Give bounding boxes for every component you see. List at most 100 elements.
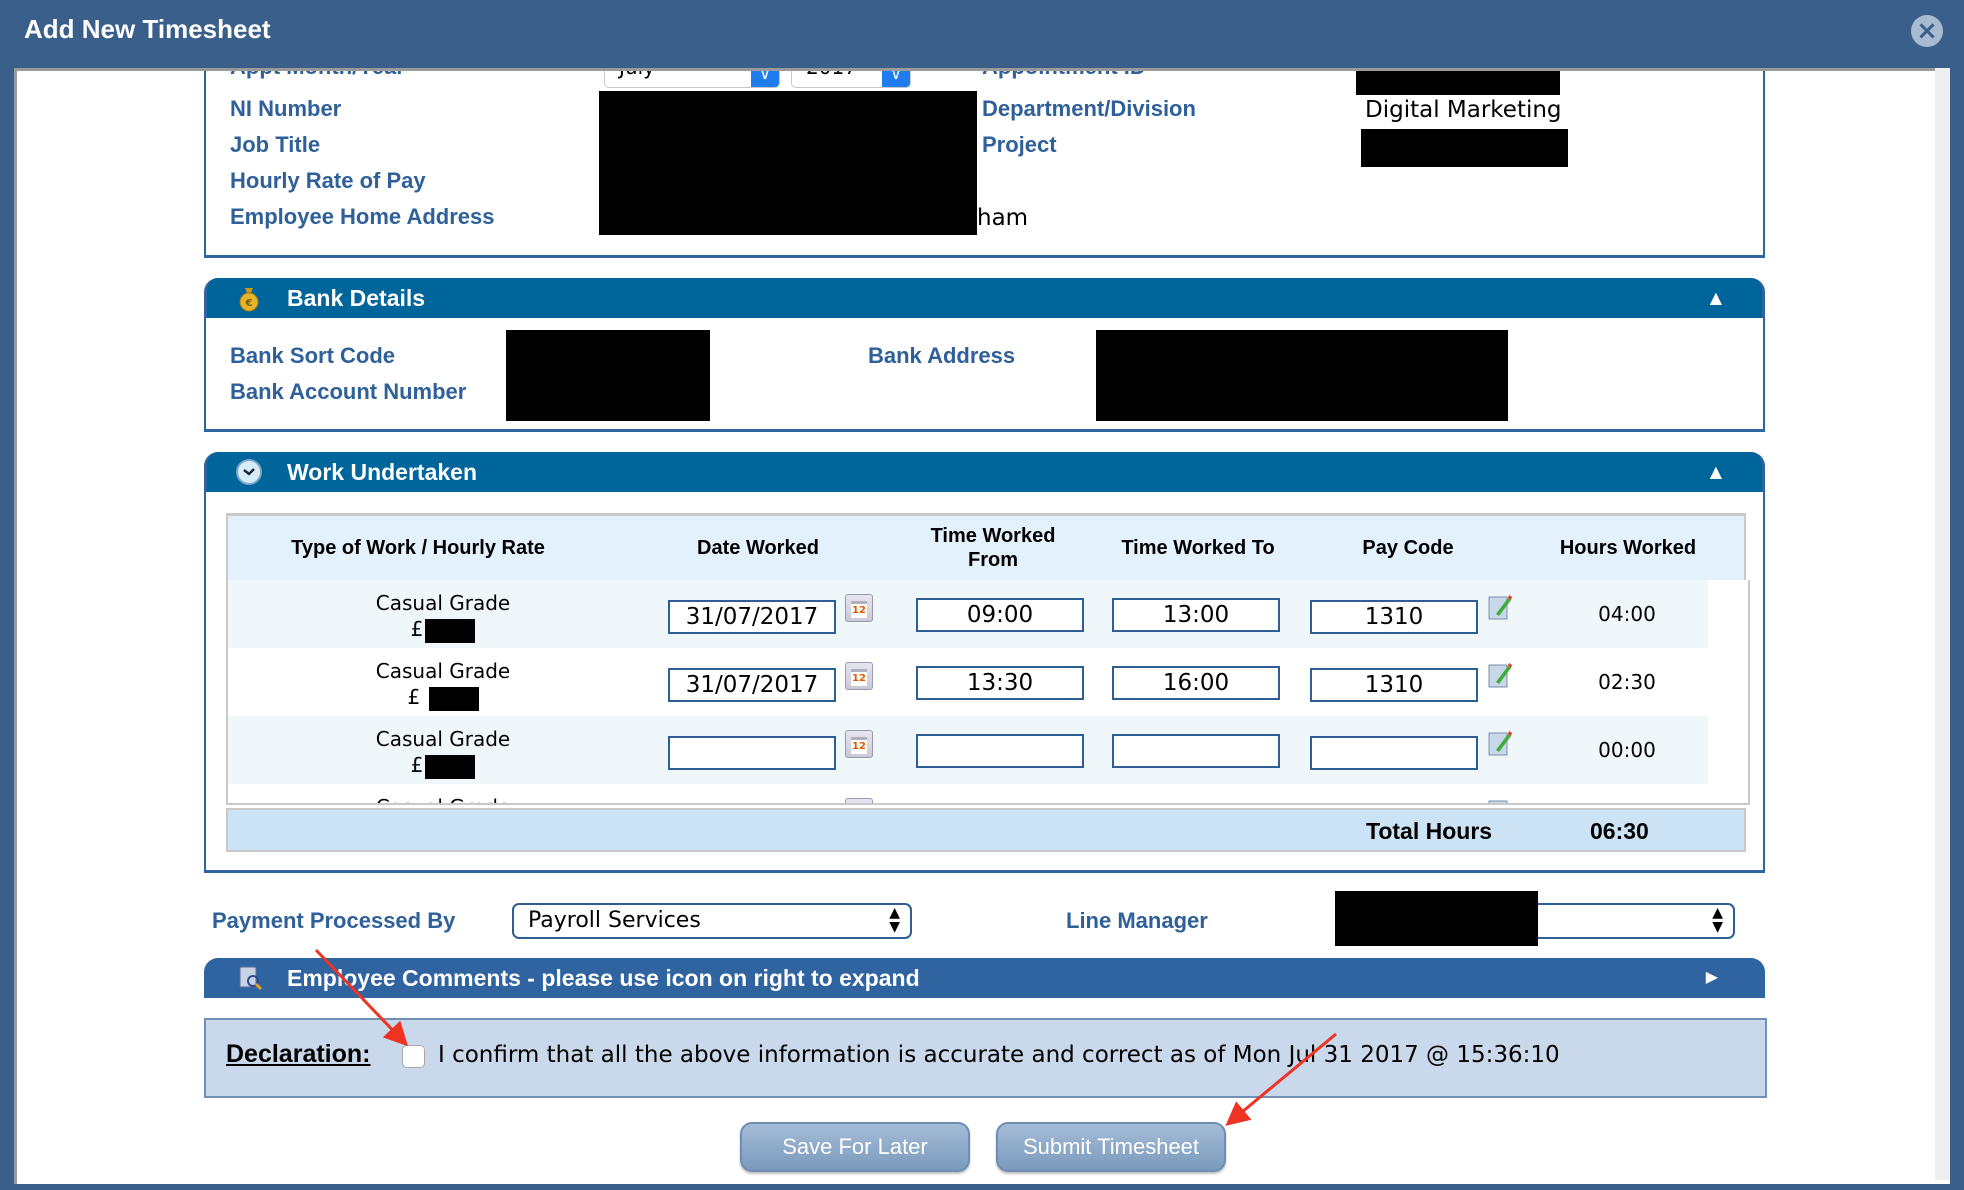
close-icon[interactable]: × — [1911, 15, 1943, 47]
redacted-project — [1361, 129, 1568, 167]
modal-scroll-edge — [1935, 68, 1950, 1180]
edit-pencil-icon[interactable] — [1488, 730, 1512, 758]
bank-account-number-label: Bank Account Number — [230, 379, 467, 404]
bank-sort-code-label: Bank Sort Code — [230, 343, 396, 368]
redacted-bank-numbers — [506, 330, 710, 421]
edit-pencil-icon[interactable] — [1488, 798, 1512, 805]
redacted-rate — [428, 686, 479, 711]
col-hours-header: Hours Worked — [1559, 537, 1697, 559]
clock-icon — [236, 459, 262, 485]
col-type-header: Type of Work / Hourly Rate — [291, 537, 545, 559]
money-bag-icon: € — [239, 288, 259, 312]
redacted-line-manager — [1335, 891, 1538, 946]
work-undertaken-header: Work Undertaken ▲ — [204, 452, 1765, 492]
col-from-header: Time Worked From — [930, 525, 1056, 571]
work-undertaken-title: Work Undertaken — [287, 459, 478, 485]
pay-code-input[interactable]: 1310 — [1310, 668, 1478, 702]
table-row: Casual Grade £ 31/07/2017 12 09:00 13:00… — [228, 580, 1708, 648]
hours-worked: 02:30 — [1598, 670, 1656, 694]
total-hours-label: Total Hours — [1366, 818, 1493, 844]
collapse-up-icon[interactable]: ▲ — [1710, 462, 1722, 481]
col-paycode-header: Pay Code — [1362, 537, 1454, 559]
job-title-label: Job Title — [230, 132, 321, 157]
modal-title-bar: Add New Timesheet × — [0, 0, 1964, 68]
work-table-body[interactable]: Casual Grade £ 31/07/2017 12 09:00 13:00… — [226, 580, 1750, 805]
bank-details-header: € Bank Details ▲ — [204, 278, 1765, 318]
select-updown-icon: ▲ ▼ — [889, 905, 900, 935]
chevron-down-icon: ∨ — [751, 71, 779, 87]
edit-pencil-icon[interactable] — [1488, 662, 1512, 690]
select-updown-icon: ▲ ▼ — [1712, 905, 1723, 935]
save-for-later-button[interactable]: Save For Later — [740, 1122, 970, 1172]
submit-timesheet-button[interactable]: Submit Timesheet — [996, 1122, 1226, 1172]
date-worked-input[interactable]: 31/07/2017 — [668, 668, 836, 702]
redacted-appointment-id — [1356, 71, 1560, 95]
appt-month-select[interactable]: July ∨ — [604, 71, 780, 88]
hours-worked: 00:00 — [1598, 738, 1656, 762]
home-address-fragment: ham — [977, 205, 1029, 231]
total-hours-value: 06:30 — [1590, 818, 1649, 844]
pay-code-input[interactable]: 1310 — [1310, 600, 1478, 634]
declaration-box: Declaration: I confirm that all the abov… — [204, 1018, 1767, 1098]
rate-currency: £ — [410, 617, 424, 641]
col-to-header: Time Worked To — [1121, 537, 1275, 559]
line-manager-label: Line Manager — [1066, 908, 1208, 933]
appt-year-select[interactable]: 2017 ∨ — [791, 71, 911, 88]
appt-month-year-label: Appt Month/Year — [230, 71, 405, 80]
declaration-label: Declaration: — [226, 1040, 371, 1068]
payment-processed-by-select[interactable]: Payroll Services ▲ ▼ — [512, 903, 912, 939]
modal-body: Appt Month/Year July ∨ 2017 ∨ Appointmen… — [14, 68, 1950, 1184]
bank-details-title: Bank Details — [287, 285, 426, 311]
work-table-header: Type of Work / Hourly Rate Date Worked T… — [226, 513, 1746, 580]
modal-title: Add New Timesheet — [24, 14, 271, 44]
expand-right-icon[interactable]: ▶ — [1706, 967, 1718, 986]
work-type: Casual Grade — [375, 591, 511, 615]
edit-pencil-icon[interactable] — [1488, 594, 1512, 622]
employee-comments-title: Employee Comments - please use icon on r… — [287, 965, 920, 991]
rate-currency: £ — [407, 685, 421, 709]
rate-currency: £ — [410, 753, 424, 777]
table-row: Casual Grade £ 31/07/2017 12 13:30 16:00… — [228, 648, 1708, 716]
calendar-icon[interactable]: 12 — [845, 730, 873, 758]
hours-worked: 04:00 — [1598, 602, 1656, 626]
chevron-down-icon: ∨ — [882, 71, 910, 87]
calendar-icon[interactable]: 12 — [845, 662, 873, 690]
payment-processed-by-label: Payment Processed By — [212, 908, 456, 933]
appointment-id-label: Appointment ID — [982, 71, 1146, 80]
department-label: Department/Division — [982, 96, 1196, 121]
svg-text:€: € — [245, 298, 253, 309]
declaration-checkbox[interactable] — [402, 1045, 425, 1068]
pay-code-input[interactable] — [1310, 736, 1478, 770]
time-to-input[interactable] — [1112, 734, 1280, 768]
employee-comments-header: Employee Comments - please use icon on r… — [204, 958, 1765, 998]
redacted-bank-address — [1096, 330, 1508, 421]
collapse-up-icon[interactable]: ▲ — [1710, 288, 1722, 307]
redacted-rate — [425, 754, 476, 779]
bank-address-label: Bank Address — [868, 343, 1016, 368]
table-row: Casual Grade £ 12 00:00 — [228, 716, 1708, 784]
work-type: Casual Grade — [375, 659, 511, 683]
hourly-rate-label: Hourly Rate of Pay — [230, 168, 426, 193]
time-from-input[interactable] — [916, 734, 1084, 768]
redacted-employee-details — [599, 91, 977, 235]
work-type: Casual Grade — [375, 727, 511, 751]
department-value: Digital Marketing — [1365, 97, 1562, 123]
home-address-label: Employee Home Address — [230, 204, 495, 229]
total-hours-row: Total Hours 06:30 — [226, 808, 1746, 852]
date-worked-input[interactable] — [668, 736, 836, 770]
redacted-rate — [425, 618, 476, 643]
bank-details-panel — [204, 318, 1765, 432]
table-row: Casual Grade 12 — [228, 784, 1708, 805]
calendar-icon[interactable]: 12 — [845, 594, 873, 622]
time-from-input[interactable]: 13:30 — [916, 666, 1084, 700]
time-to-input[interactable]: 13:00 — [1112, 598, 1280, 632]
declaration-text: I confirm that all the above information… — [438, 1042, 1560, 1068]
date-worked-input[interactable]: 31/07/2017 — [668, 600, 836, 634]
calendar-icon[interactable]: 12 — [845, 798, 873, 803]
comments-search-icon — [239, 966, 263, 991]
work-type: Casual Grade — [318, 794, 568, 803]
time-from-input[interactable]: 09:00 — [916, 598, 1084, 632]
time-to-input[interactable]: 16:00 — [1112, 666, 1280, 700]
col-date-header: Date Worked — [697, 537, 819, 559]
project-label: Project — [982, 132, 1057, 157]
